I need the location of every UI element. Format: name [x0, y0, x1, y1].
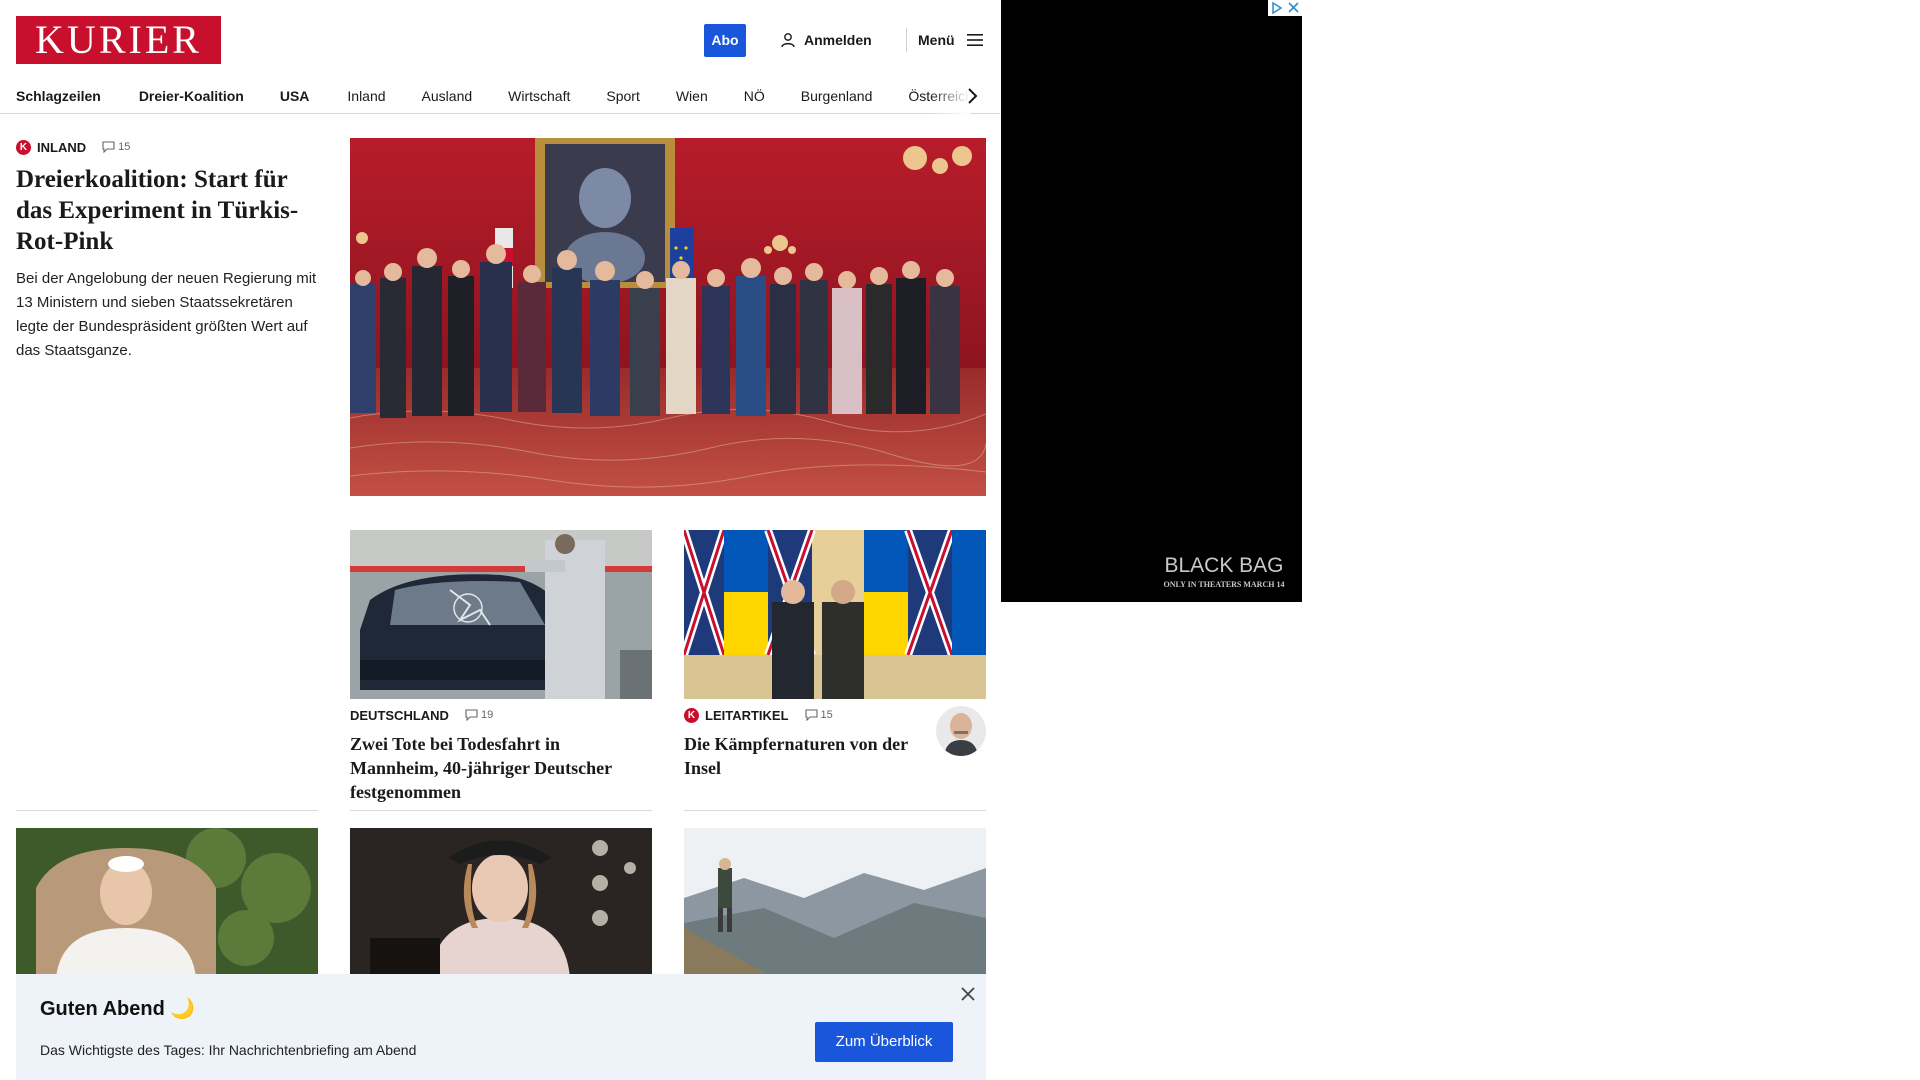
kurier-k-icon: K [16, 139, 31, 155]
hamburger-icon [966, 34, 983, 46]
nav-item-schlagzeilen[interactable]: Schlagzeilen [16, 88, 101, 104]
card-kicker: K LEITARTIKEL 15 [684, 706, 924, 724]
lead-comments: 15 [118, 141, 131, 153]
nav-items: Schlagzeilen Dreier-Koalition USA Inland… [16, 78, 970, 114]
card-category[interactable]: LEITARTIKEL [705, 708, 789, 723]
user-icon [781, 33, 795, 48]
ad-choices[interactable] [1268, 0, 1302, 16]
card-headline[interactable]: Die Kämpfernaturen von der Insel [684, 732, 924, 780]
card-image-pope[interactable] [16, 828, 318, 978]
site-header: KURIER Abo Anmelden Menü [0, 0, 1000, 78]
lead-story[interactable]: K INLAND 15 Dreierkoalition: Start für d… [16, 138, 318, 363]
header-divider [906, 28, 907, 52]
lead-comment-count[interactable]: 15 [102, 141, 130, 153]
chevron-right-icon[interactable] [962, 86, 982, 106]
nav-item-usa[interactable]: USA [280, 88, 310, 104]
ad-title: BLACK BAG [1164, 554, 1284, 577]
card-kicker: DEUTSCHLAND 19 [350, 706, 652, 724]
card-comment-count[interactable]: 15 [804, 709, 833, 721]
close-icon[interactable] [1285, 0, 1302, 16]
card-leitartikel[interactable]: K LEITARTIKEL 15 Die Kämpfernaturen von … [684, 706, 924, 780]
card-image-mannheim[interactable] [350, 530, 652, 699]
lead-image[interactable] [350, 138, 986, 496]
adchoices-icon[interactable] [1268, 0, 1285, 16]
login-label: Anmelden [804, 32, 872, 48]
leaders-flags-image [684, 530, 986, 699]
nav-item-dreier-koalition[interactable]: Dreier-Koalition [139, 88, 244, 104]
lead-teaser: Bei der Angelobung der neuen Regierung m… [16, 270, 317, 359]
banner-title: Guten Abend 🌙 [40, 998, 196, 1020]
woman-hat-image [350, 828, 652, 978]
card-image-leitartikel[interactable] [684, 530, 986, 699]
newsletter-banner: Guten Abend 🌙 Das Wichtigste des Tages: … [16, 974, 986, 1080]
menu-label: Menü [918, 32, 955, 48]
nav-item-wirtschaft[interactable]: Wirtschaft [508, 88, 570, 104]
login-button[interactable]: Anmelden [780, 28, 872, 52]
pope-portrait-image [16, 828, 318, 978]
zum-ueberblick-button[interactable]: Zum Überblick [815, 1022, 953, 1062]
banner-text: Das Wichtigste des Tages: Ihr Nachrichte… [40, 1042, 417, 1058]
ad-subtitle: ONLY IN THEATERS MARCH 14 [1163, 580, 1285, 589]
card-headline[interactable]: Zwei Tote bei Todesfahrt in Mannheim, 40… [350, 732, 652, 804]
card-mannheim[interactable]: DEUTSCHLAND 19 Zwei Tote bei Todesfahrt … [350, 706, 652, 804]
abo-button[interactable]: Abo [704, 24, 746, 57]
crime-scene-image [350, 530, 652, 699]
nav-item-noe[interactable]: NÖ [744, 88, 765, 104]
divider [684, 810, 986, 811]
card-comments: 19 [480, 709, 494, 721]
government-photo-image [350, 138, 986, 496]
close-icon[interactable] [958, 984, 978, 1004]
kurier-logo[interactable]: KURIER [16, 16, 221, 64]
comment-icon [102, 141, 115, 153]
category-nav: Schlagzeilen Dreier-Koalition USA Inland… [0, 78, 1000, 114]
card-image-hiking[interactable] [684, 828, 986, 978]
nav-item-burgenland[interactable]: Burgenland [801, 88, 873, 104]
comment-icon [804, 709, 818, 721]
nav-item-ausland[interactable]: Ausland [422, 88, 473, 104]
nav-item-wien[interactable]: Wien [676, 88, 708, 104]
card-image-portrait[interactable] [350, 828, 652, 978]
author-portrait-image [936, 706, 986, 756]
card-comments: 15 [820, 709, 833, 721]
site: KURIER Abo Anmelden Menü Schlagzeilen Dr… [0, 0, 1000, 1080]
nav-item-inland[interactable]: Inland [347, 88, 385, 104]
author-avatar[interactable] [936, 706, 986, 756]
lead-headline[interactable]: Dreierkoalition: Start für das Experimen… [16, 164, 318, 257]
divider [16, 810, 318, 811]
menu-button[interactable]: Menü [918, 28, 983, 52]
kurier-k-icon: K [684, 707, 699, 723]
mountain-hiker-image [684, 828, 986, 978]
card-category[interactable]: DEUTSCHLAND [350, 708, 449, 723]
lead-kicker: K INLAND 15 [16, 138, 318, 156]
nav-item-sport[interactable]: Sport [606, 88, 639, 104]
advertisement[interactable]: BLACK BAG ONLY IN THEATERS MARCH 14 [1001, 0, 1302, 602]
comment-icon [465, 709, 478, 721]
lead-category[interactable]: INLAND [37, 140, 86, 155]
card-comment-count[interactable]: 19 [465, 709, 493, 721]
divider [350, 810, 652, 811]
